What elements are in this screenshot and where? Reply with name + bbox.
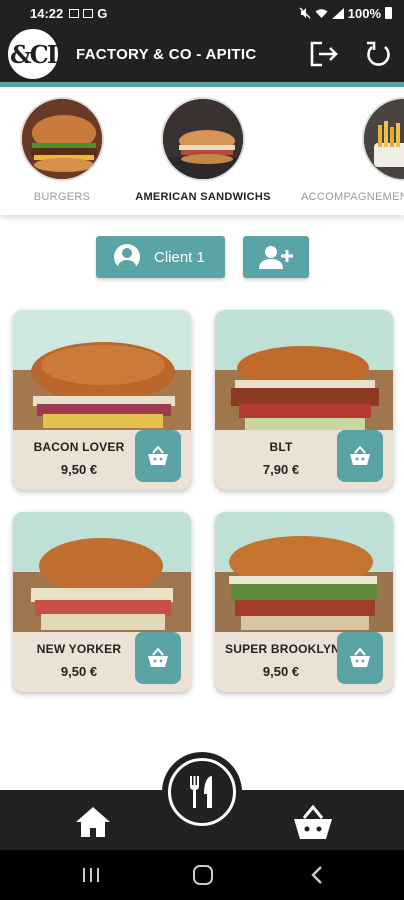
app-header: &CI FACTORY & CO - APITIC — [0, 26, 404, 87]
category-label: AMERICAN SANDWICHS — [135, 191, 271, 203]
add-to-cart-button[interactable] — [135, 430, 181, 482]
battery-level: 100% — [347, 5, 381, 21]
recent-apps-icon — [83, 868, 99, 882]
category-accompagnements[interactable]: ACCOMPAGNEMEN — [300, 97, 404, 203]
mute-icon — [299, 7, 311, 19]
product-card[interactable]: BACON LOVER 9,50 € — [13, 310, 191, 490]
system-navigation-bar — [0, 850, 404, 900]
product-price: 9,50 € — [60, 664, 98, 679]
status-bar: 14:22 G 100% — [0, 0, 404, 26]
product-name: BACON LOVER — [33, 440, 125, 454]
system-back-button[interactable] — [302, 862, 332, 888]
cart-button[interactable] — [291, 802, 335, 842]
category-burgers[interactable]: BURGERS — [0, 97, 132, 203]
add-user-icon — [259, 246, 293, 269]
status-time: 14:22 — [30, 5, 64, 21]
home-button[interactable] — [73, 804, 113, 840]
wifi-icon — [315, 8, 328, 18]
basket-icon — [350, 648, 370, 667]
refresh-icon — [367, 41, 390, 66]
basket-icon — [148, 648, 168, 667]
system-home-button[interactable] — [188, 862, 218, 888]
brand-logo: &CI — [6, 27, 60, 81]
category-image — [20, 97, 104, 181]
client-selector-button[interactable]: Client 1 — [96, 236, 225, 278]
add-client-button[interactable] — [243, 236, 309, 278]
image-icon — [69, 8, 80, 18]
image-icon — [83, 8, 94, 18]
product-name: NEW YORKER — [36, 642, 122, 656]
product-price: 7,90 € — [262, 462, 300, 477]
product-card[interactable]: NEW YORKER 9,50 € — [13, 512, 191, 692]
basket-icon — [294, 804, 332, 839]
back-icon — [311, 866, 322, 884]
refresh-button[interactable] — [362, 38, 394, 70]
system-home-icon — [193, 865, 213, 885]
product-price: 9,50 € — [60, 462, 98, 477]
basket-icon — [350, 446, 370, 465]
category-label: BURGERS — [33, 191, 91, 203]
category-label: ACCOMPAGNEMEN — [301, 191, 404, 203]
add-to-cart-button[interactable] — [337, 632, 383, 684]
product-price: 9,50 € — [262, 664, 300, 679]
home-icon — [76, 807, 110, 837]
add-to-cart-button[interactable] — [135, 632, 181, 684]
category-image — [362, 97, 404, 181]
category-american-sandwichs[interactable]: AMERICAN SANDWICHS — [133, 97, 273, 203]
carrier-glyph: G — [97, 5, 108, 21]
client-label: Client 1 — [154, 248, 205, 266]
basket-icon — [148, 446, 168, 465]
category-carousel[interactable]: BURGERS AMERICAN SANDWICHS ACCOMPAGNEMEN — [0, 87, 404, 215]
recent-apps-button[interactable] — [76, 862, 106, 888]
app-title: FACTORY & CO - APITIC — [76, 45, 257, 63]
menu-fab-button[interactable] — [168, 758, 236, 826]
add-to-cart-button[interactable] — [337, 430, 383, 482]
category-image — [161, 97, 245, 181]
product-card[interactable]: SUPER BROOKLYN 9,50 € — [215, 512, 393, 692]
cutlery-icon — [189, 776, 212, 808]
signal-icon — [331, 7, 344, 19]
product-name: SUPER BROOKLYN — [225, 642, 341, 656]
user-avatar-icon — [114, 244, 140, 270]
battery-icon — [385, 7, 392, 19]
product-card[interactable]: BLT 7,90 € — [215, 310, 393, 490]
product-name: BLT — [269, 440, 293, 454]
logout-icon — [310, 41, 338, 67]
logout-button[interactable] — [308, 38, 340, 70]
